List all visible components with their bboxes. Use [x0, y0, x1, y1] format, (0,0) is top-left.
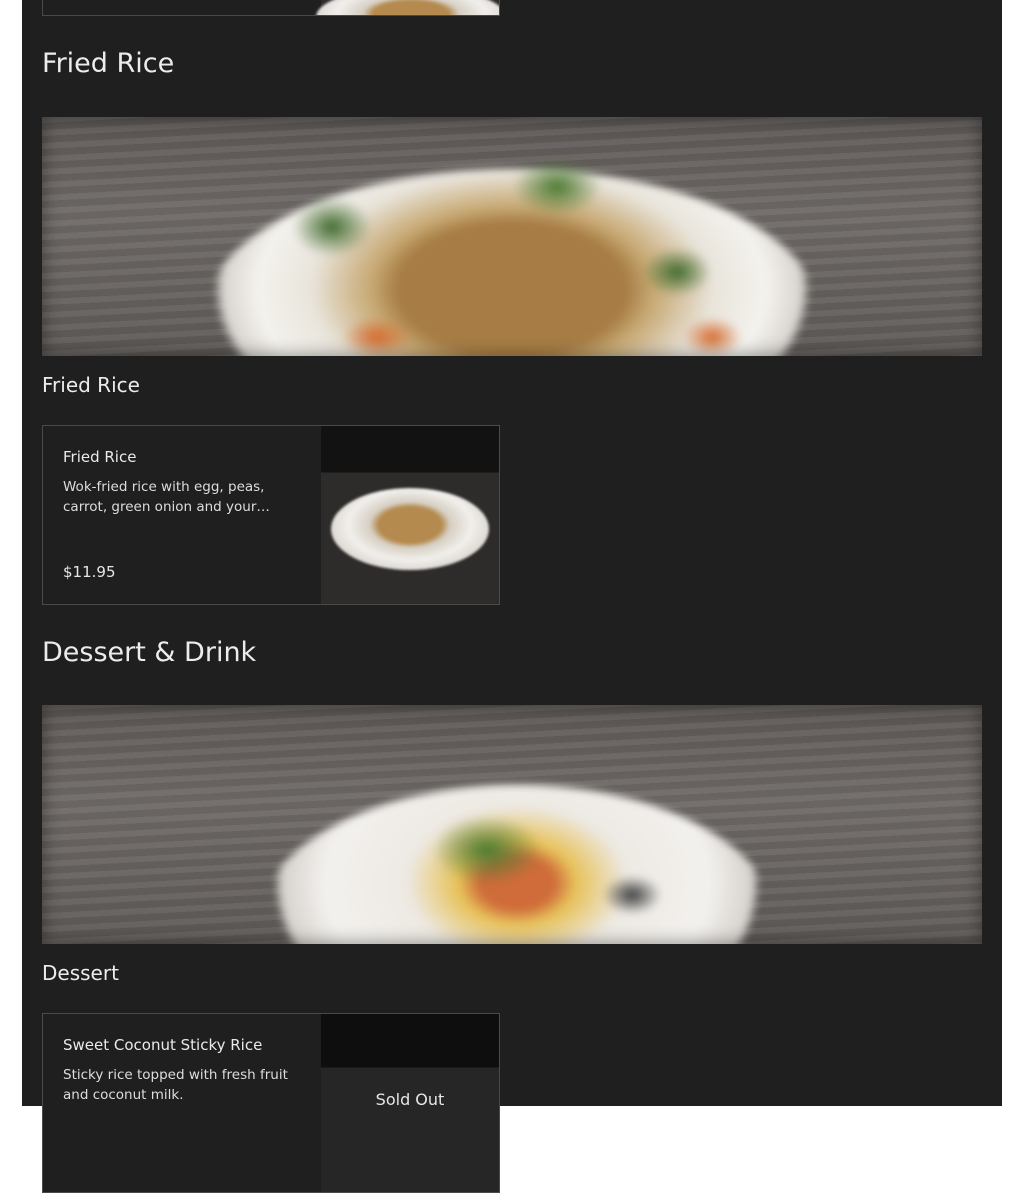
item-description: Wok-fried rice with egg, peas, carrot, g… [63, 479, 270, 515]
item-name: Sweet Coconut Sticky Rice [63, 1036, 263, 1054]
item-description: Sticky rice topped with fresh fruit and … [63, 1067, 288, 1103]
subsection-title-dessert: Dessert [42, 961, 119, 985]
menu-item-card-sticky-rice[interactable]: Sweet Coconut Sticky Rice Sticky rice to… [42, 1013, 500, 1193]
dessert-banner-image [42, 705, 982, 944]
section-title-fried-rice: Fried Rice [42, 48, 175, 79]
menu-item-card-fried-rice[interactable]: Fried Rice Wok-fried rice with egg, peas… [42, 425, 500, 605]
item-thumbnail: Sold Out [321, 1014, 499, 1192]
menu-item-card-previous[interactable] [42, 0, 500, 16]
fried-rice-banner-image [42, 117, 982, 356]
item-name: Fried Rice [63, 448, 137, 466]
menu-panel: Fried Rice Fried Rice Fried Rice Wok-fri… [22, 0, 1002, 1193]
item-price: $11.95 [63, 563, 116, 581]
subsection-title-fried-rice: Fried Rice [42, 373, 140, 397]
item-thumbnail [316, 0, 499, 15]
sold-out-label: Sold Out [375, 1090, 445, 1109]
section-title-dessert-drink: Dessert & Drink [42, 637, 257, 668]
item-thumbnail [321, 426, 499, 604]
